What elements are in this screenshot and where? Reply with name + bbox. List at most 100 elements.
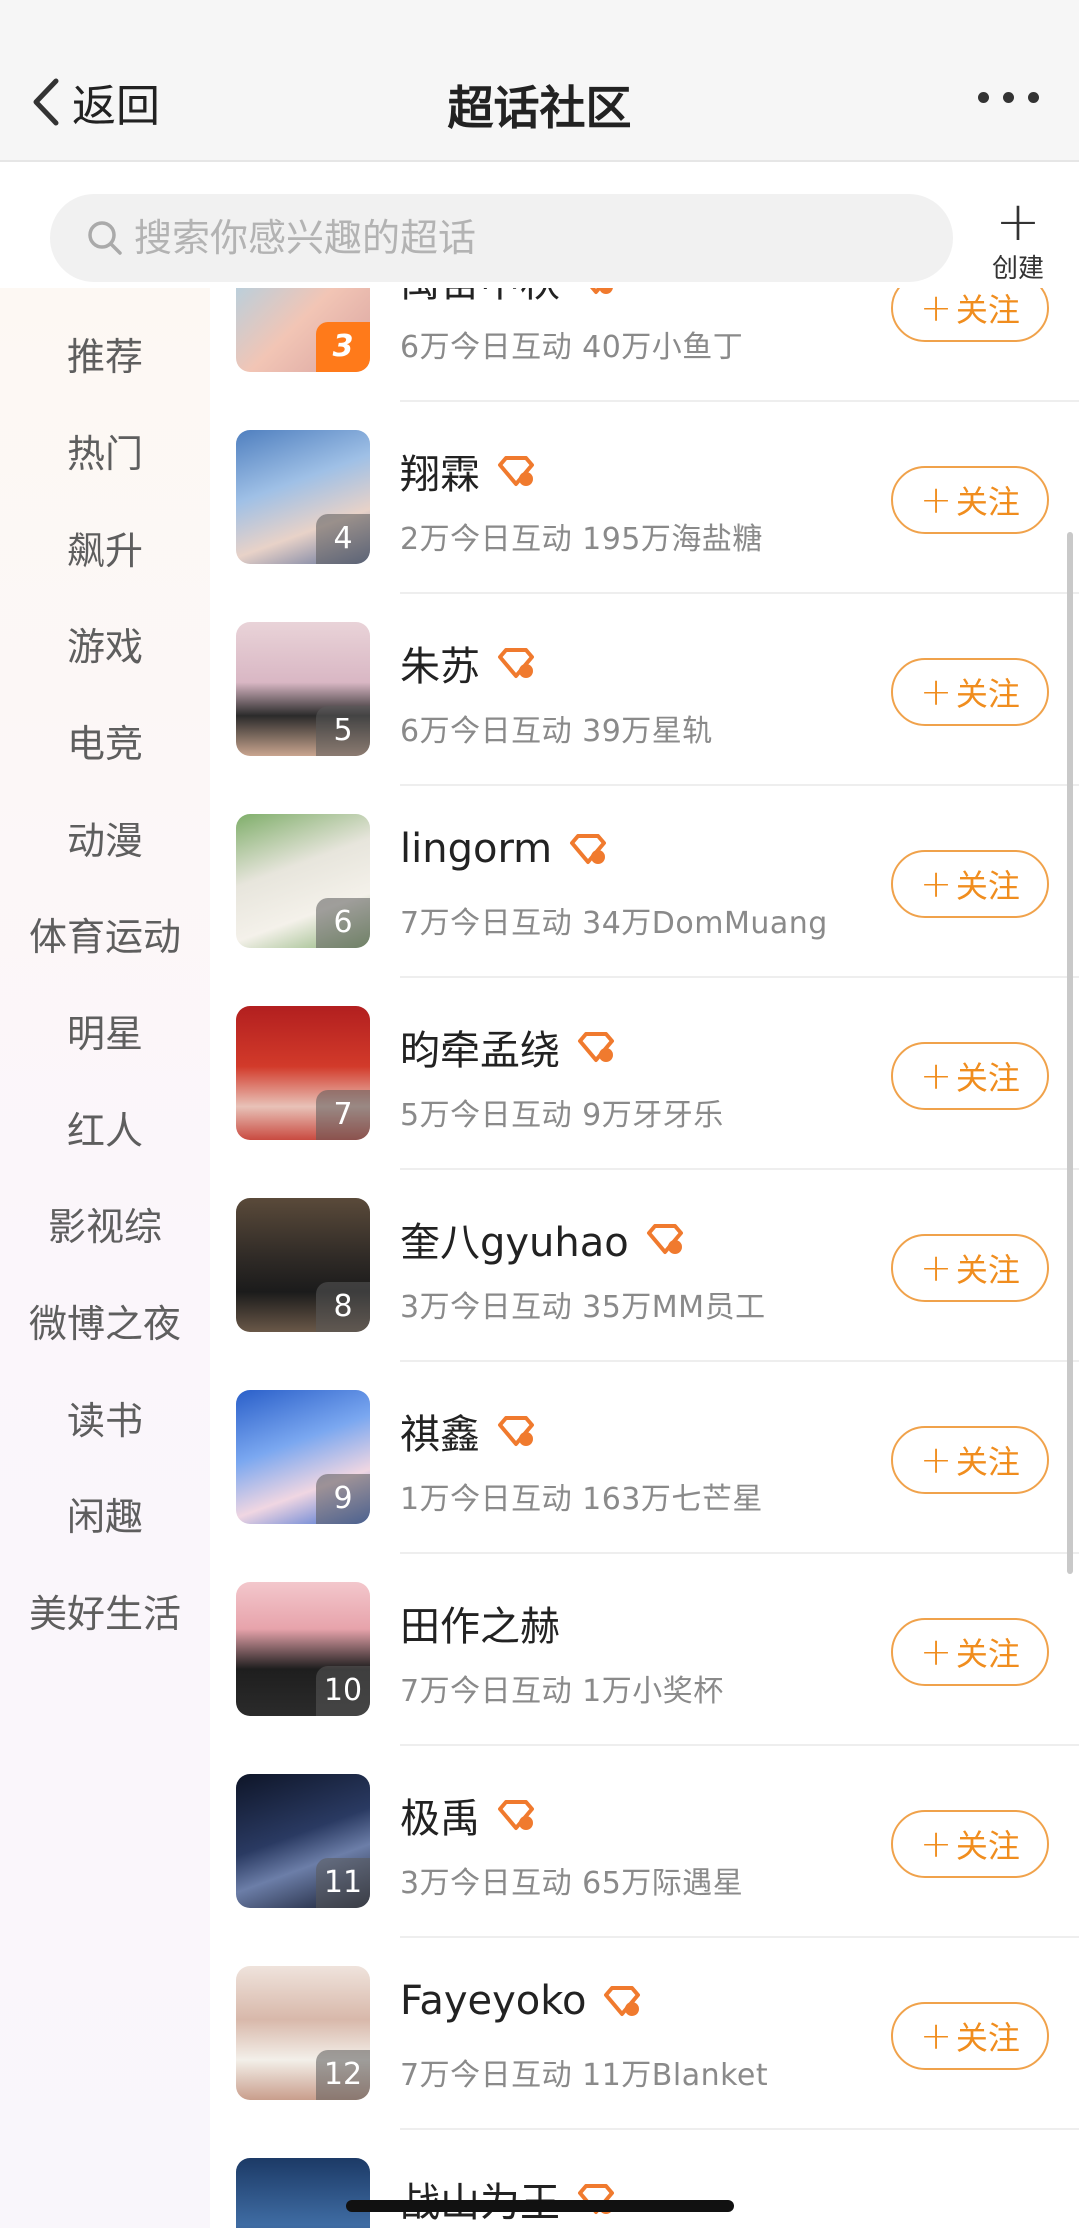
topic-name: 禹宙中秋 — [400, 288, 560, 308]
topic-list: 3 禹宙中秋 6万今日互动 40万小鱼丁 +关注 4 翔霖 2万今日互动 195… — [210, 288, 1079, 2228]
sidebar-item-influencers[interactable]: 红人 — [0, 1100, 210, 1155]
topic-thumbnail — [236, 2158, 370, 2228]
list-item[interactable]: 12 Fayeyoko 7万今日互动 11万Blanket + 关注 — [210, 1938, 1079, 2130]
topic-thumbnail: 12 — [236, 1966, 370, 2100]
sidebar-item-sports[interactable]: 体育运动 — [0, 906, 210, 961]
follow-button[interactable]: + 关注 — [891, 1234, 1049, 1302]
topic-stats: 3万今日互动 35万MM员工 — [400, 1290, 766, 1325]
follow-button[interactable]: + 关注 — [891, 466, 1049, 534]
list-item[interactable]: 11 极禹 3万今日互动 65万际遇星 + 关注 — [210, 1746, 1079, 1938]
super-topic-badge-icon — [578, 1032, 614, 1062]
rank-badge: 4 — [316, 514, 370, 564]
topic-thumbnail: 10 — [236, 1582, 370, 1716]
list-item[interactable]: 7 昀牵孟绕 5万今日互动 9万牙牙乐 + 关注 — [210, 978, 1079, 1170]
list-item[interactable]: 4 翔霖 2万今日互动 195万海盐糖 + 关注 — [210, 402, 1079, 594]
home-indicator[interactable] — [346, 2200, 734, 2212]
follow-button[interactable]: + 关注 — [891, 658, 1049, 726]
super-topic-badge-icon — [604, 1986, 641, 2016]
topic-name: 昀牵孟绕 — [400, 1028, 560, 1074]
super-topic-badge-icon — [498, 456, 534, 486]
topic-stats: 2万今日互动 195万海盐糖 — [400, 522, 763, 557]
create-label: 创建 — [991, 254, 1044, 284]
follow-button[interactable]: + 关注 — [891, 1810, 1049, 1878]
rank-badge: 8 — [316, 1282, 370, 1332]
super-topic-badge-icon — [498, 1800, 534, 1830]
rank-badge: 9 — [316, 1474, 370, 1524]
rank-badge: 7 — [316, 1090, 370, 1140]
follow-button[interactable]: + 关注 — [891, 850, 1049, 918]
sidebar-item-film-tv[interactable]: 影视综 — [0, 1196, 210, 1251]
topic-stats: 7万今日互动 11万Blanket — [400, 2058, 769, 2093]
super-topic-badge-icon — [570, 834, 607, 864]
follow-button[interactable]: + 关注 — [891, 1426, 1049, 1494]
top-nav-bar: 返回 超话社区 — [0, 0, 1079, 162]
rank-badge: 12 — [316, 2050, 370, 2100]
topic-name: 朱苏 — [400, 644, 480, 690]
sidebar-item-weibo-night[interactable]: 微博之夜 — [0, 1293, 210, 1348]
search-icon — [88, 221, 122, 255]
list-item[interactable]: 3 禹宙中秋 6万今日互动 40万小鱼丁 +关注 — [210, 288, 1079, 402]
follow-button[interactable]: + 关注 — [891, 1042, 1049, 1110]
topic-thumbnail: 3 — [236, 288, 370, 372]
super-topic-badge-icon — [498, 1416, 534, 1446]
list-item[interactable]: 8 奎八gyuhao 3万今日互动 35万MM员工 + 关注 — [210, 1170, 1079, 1362]
topic-name: 极禹 — [400, 1796, 480, 1842]
topic-stats: 1万今日互动 163万七芒星 — [400, 1482, 763, 1517]
follow-button[interactable]: + 关注 — [891, 1618, 1049, 1686]
topic-stats: 3万今日互动 65万际遇星 — [400, 1866, 744, 1901]
search-field[interactable] — [50, 194, 953, 282]
sidebar-item-good-life[interactable]: 美好生活 — [0, 1583, 210, 1638]
sidebar-item-games[interactable]: 游戏 — [0, 616, 210, 671]
topic-thumbnail: 4 — [236, 430, 370, 564]
page-title: 超话社区 — [447, 81, 632, 135]
topic-name: 田作之赫 — [400, 1604, 560, 1650]
rank-badge: 5 — [316, 706, 370, 756]
sidebar-item-rising[interactable]: 飙升 — [0, 520, 210, 575]
scrollbar[interactable] — [1067, 532, 1073, 1574]
topic-name: 奎八gyuhao — [400, 1220, 629, 1266]
topic-stats: 7万今日互动 34万DomMuang — [400, 906, 828, 941]
list-item[interactable]: 战山为王 — [210, 2130, 1079, 2228]
topic-name: 战山为王 — [400, 2170, 560, 2228]
super-topic-badge-icon — [590, 288, 613, 294]
topic-thumbnail: 6 — [236, 814, 370, 948]
rank-badge: 11 — [316, 1858, 370, 1908]
sidebar-item-hot[interactable]: 热门 — [0, 423, 210, 478]
rank-badge: 6 — [316, 898, 370, 948]
super-topic-badge-icon — [498, 648, 534, 678]
list-item[interactable]: 5 朱苏 6万今日互动 39万星轨 + 关注 — [210, 594, 1079, 786]
topic-thumbnail: 7 — [236, 1006, 370, 1140]
topic-thumbnail: 9 — [236, 1390, 370, 1524]
topic-thumbnail: 5 — [236, 622, 370, 756]
topic-stats: 5万今日互动 9万牙牙乐 — [400, 1098, 724, 1133]
topic-thumbnail: 8 — [236, 1198, 370, 1332]
follow-button[interactable]: + 关注 — [891, 288, 1049, 342]
rank-badge: 10 — [316, 1666, 370, 1716]
topic-name: lingorm — [400, 826, 553, 872]
topic-stats: 6万今日互动 39万星轨 — [400, 714, 713, 749]
topic-name: 翔霖 — [400, 452, 480, 498]
more-options-icon[interactable] — [978, 92, 1039, 103]
topic-stats: 6万今日互动 40万小鱼丁 — [400, 330, 744, 365]
list-item[interactable]: 9 祺鑫 1万今日互动 163万七芒星 + 关注 — [210, 1362, 1079, 1554]
sidebar-item-anime[interactable]: 动漫 — [0, 810, 210, 865]
sidebar-item-leisure[interactable]: 闲趣 — [0, 1486, 210, 1541]
follow-button[interactable]: + 关注 — [891, 2002, 1049, 2070]
plus-icon: + — [995, 190, 1041, 253]
topic-stats: 7万今日互动 1万小奖杯 — [400, 1674, 724, 1709]
create-button[interactable]: + 创建 — [983, 190, 1053, 285]
topic-name: 祺鑫 — [400, 1412, 480, 1458]
category-sidebar: 推荐 热门 飙升 游戏 电竞 动漫 体育运动 明星 红人 影视综 微博之夜 读书… — [0, 288, 210, 2228]
sidebar-item-reading[interactable]: 读书 — [0, 1390, 210, 1445]
sidebar-item-recommend[interactable]: 推荐 — [0, 326, 210, 381]
list-item[interactable]: 10 田作之赫 7万今日互动 1万小奖杯 + 关注 — [210, 1554, 1079, 1746]
topic-name: Fayeyoko — [400, 1978, 587, 2024]
rank-badge: 3 — [316, 322, 370, 372]
list-item[interactable]: 6 lingorm 7万今日互动 34万DomMuang + 关注 — [210, 786, 1079, 978]
super-topic-badge-icon — [646, 1224, 683, 1254]
sidebar-item-esports[interactable]: 电竞 — [0, 713, 210, 768]
search-bar: + 创建 — [0, 164, 1079, 288]
topic-thumbnail: 11 — [236, 1774, 370, 1908]
search-input[interactable] — [134, 216, 894, 260]
sidebar-item-stars[interactable]: 明星 — [0, 1003, 210, 1058]
